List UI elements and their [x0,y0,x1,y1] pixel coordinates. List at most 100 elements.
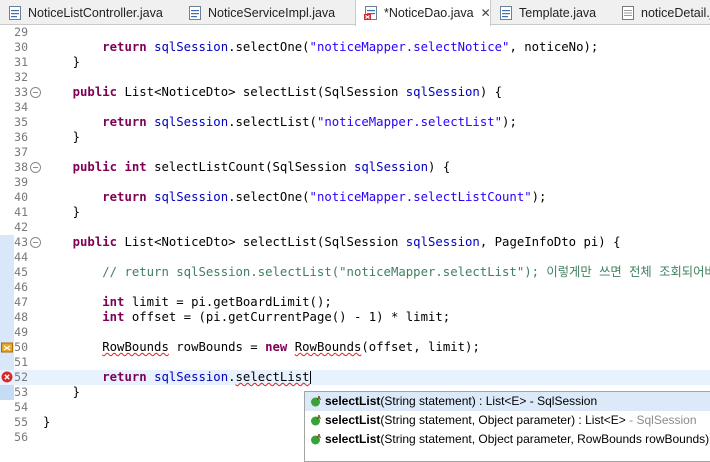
keyword-token: new [265,340,288,354]
code-line[interactable]: 48 int offset = (pi.getCurrentPage() - 1… [0,310,710,325]
warning-marker-icon[interactable] [1,341,13,353]
line-number: 40 [14,190,28,204]
code-line[interactable]: 30 return sqlSession.selectOne("noticeMa… [0,40,710,55]
method-name: selectList [325,394,381,408]
tab-label: noticeDetail.js [641,5,710,20]
code-text[interactable]: } [43,205,80,220]
code-text[interactable]: public List<NoticeDto> selectList(SqlSes… [43,85,502,100]
code-token: , PageInfoDto pi) { [479,235,621,249]
code-line[interactable]: 46 [0,280,710,295]
code-text[interactable]: return sqlSession.selectList("noticeMapp… [43,115,517,130]
code-text[interactable]: RowBounds rowBounds = new RowBounds(offs… [43,340,480,355]
string-literal: "noticeMapper.selectListCount" [309,190,532,204]
code-text[interactable]: return sqlSession.selectOne("noticeMappe… [43,40,598,55]
fold-toggle-icon[interactable]: − [30,237,41,248]
code-text[interactable]: } [43,130,80,145]
code-line[interactable]: 44 [0,250,710,265]
text-caret [309,371,311,384]
code-token: List<NoticeDto> selectList(SqlSession [117,85,406,99]
line-number: 49 [14,325,28,339]
code-text[interactable]: return sqlSession.selectList [43,370,311,385]
code-text[interactable]: public List<NoticeDto> selectList(SqlSes… [43,235,621,250]
code-text[interactable]: } [43,385,80,400]
tab-notice-detail[interactable]: noticeDetail.js [613,0,710,25]
tab-label: *NoticeDao.java [384,6,474,20]
autocomplete-item[interactable]: A selectList(String statement, Object pa… [305,430,710,449]
fold-toggle-icon[interactable]: − [30,162,41,173]
code-line[interactable]: 43− public List<NoticeDto> selectList(Sq… [0,235,710,250]
line-number: 43 [14,235,28,249]
code-token: List<NoticeDto> selectList(SqlSession [117,235,406,249]
error-token: RowBounds [102,340,169,354]
code-token: } [43,130,81,144]
code-line[interactable]: 45 // return sqlSession.selectList("noti… [0,265,710,280]
close-icon[interactable]: ✕ [481,6,490,20]
tab-notice-dao[interactable]: *NoticeDao.java ✕ [355,0,491,26]
java-file-icon [189,5,201,20]
code-line[interactable]: 47 int limit = pi.getBoardLimit(); [0,295,710,310]
fold-toggle-icon[interactable]: − [30,87,41,98]
line-number: 39 [14,175,28,189]
line-number: 55 [14,415,28,429]
tab-notice-list-controller[interactable]: NoticeListController.java [0,0,180,25]
code-text[interactable]: } [43,415,50,430]
code-token: .selectList( [228,115,317,129]
line-number: 53 [14,385,28,399]
code-token: } [43,205,81,219]
code-line[interactable]: 52 return sqlSession.selectList [0,370,710,385]
code-line[interactable]: 34 [0,100,710,115]
code-line[interactable]: 33− public List<NoticeDto> selectList(Sq… [0,85,710,100]
code-token: ) { [428,160,451,174]
code-text[interactable]: } [43,55,80,70]
code-line[interactable]: 29 [0,25,710,40]
error-marker-icon[interactable] [1,371,13,383]
svg-text:A: A [317,415,321,421]
line-number: 31 [14,55,28,69]
line-number: 38 [14,160,28,174]
tab-notice-service-impl[interactable]: NoticeServiceImpl.java [180,0,355,25]
code-line[interactable]: 37 [0,145,710,160]
keyword-token: int [102,310,125,324]
autocomplete-item[interactable]: A selectList(String statement) : List<E>… [305,392,710,411]
code-line[interactable]: 50 RowBounds rowBounds = new RowBounds(o… [0,340,710,355]
line-number: 44 [14,250,28,264]
code-token: } [43,55,81,69]
code-line[interactable]: 32 [0,70,710,85]
content-assist-popup[interactable]: A selectList(String statement) : List<E>… [304,391,710,462]
autocomplete-item[interactable]: A selectList(String statement, Object pa… [305,411,710,430]
code-line[interactable]: 31 } [0,55,710,70]
code-text[interactable]: int limit = pi.getBoardLimit(); [43,295,332,310]
code-line[interactable]: 38− public int selectListCount(SqlSessio… [0,160,710,175]
code-line[interactable]: 42 [0,220,710,235]
code-token: ); [531,190,547,204]
code-token: } [43,415,51,429]
line-number: 36 [14,130,28,144]
separator: - [526,394,538,408]
code-line[interactable]: 41 } [0,205,710,220]
method-icon: A [311,396,321,407]
code-line[interactable]: 51 [0,355,710,370]
line-number: 30 [14,40,28,54]
code-text[interactable]: public int selectListCount(SqlSession sq… [43,160,451,175]
keyword-token: int [124,160,147,174]
line-number: 45 [14,265,28,279]
method-icon: A [311,415,321,426]
code-text[interactable]: // return sqlSession.selectList("noticeM… [43,265,710,280]
code-line[interactable]: 39 [0,175,710,190]
code-line[interactable]: 49 [0,325,710,340]
keyword-token: return [102,370,147,384]
code-text[interactable]: return sqlSession.selectOne("noticeMappe… [43,190,546,205]
code-line[interactable]: 40 return sqlSession.selectOne("noticeMa… [0,190,710,205]
line-number: 51 [14,355,28,369]
tab-template[interactable]: Template.java [491,0,613,25]
code-line[interactable]: 36 } [0,130,710,145]
code-text[interactable]: int offset = (pi.getCurrentPage() - 1) *… [43,310,450,325]
code-line[interactable]: 35 return sqlSession.selectList("noticeM… [0,115,710,130]
